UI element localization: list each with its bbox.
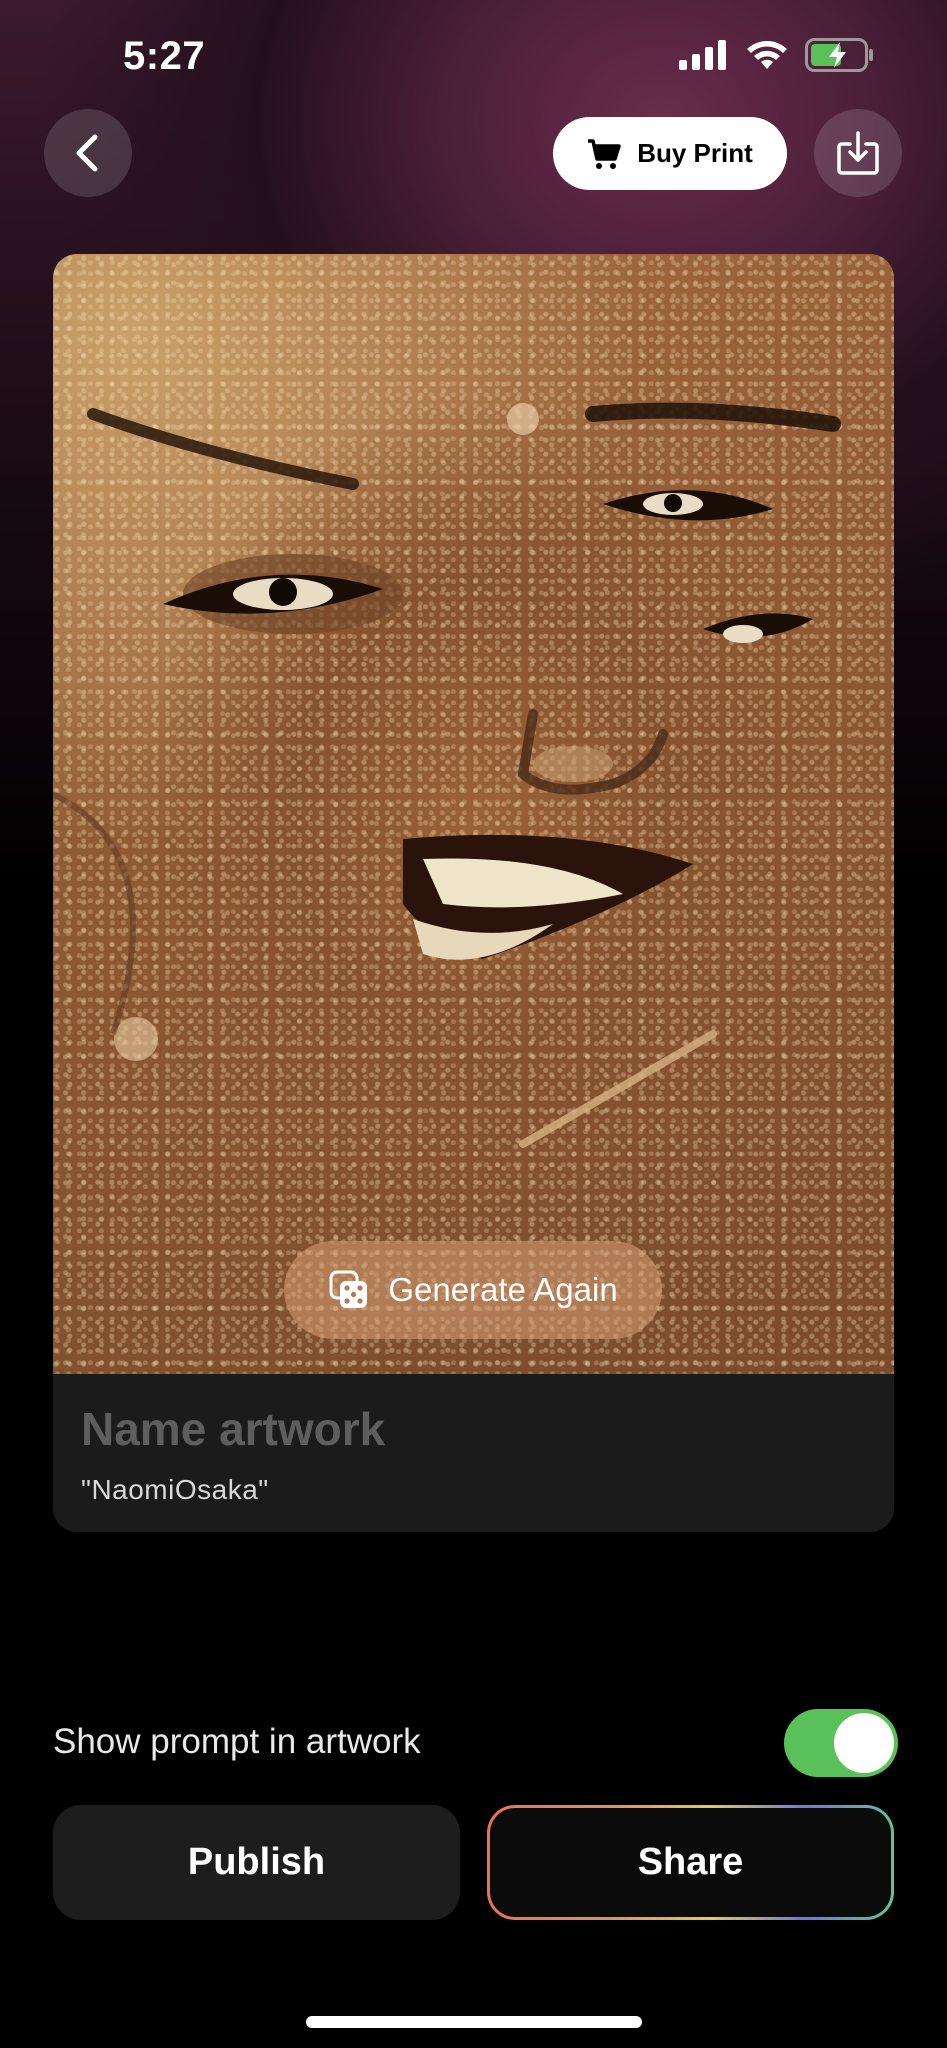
show-prompt-toggle[interactable] bbox=[784, 1709, 898, 1777]
portrait-painting bbox=[53, 402, 841, 1148]
artwork-name-input[interactable] bbox=[81, 1402, 861, 1456]
share-button-border: Share bbox=[487, 1805, 894, 1920]
generate-again-button[interactable]: Generate Again bbox=[284, 1241, 662, 1339]
status-icons bbox=[679, 38, 875, 72]
buy-print-label: Buy Print bbox=[637, 138, 753, 168]
battery-charging-icon bbox=[805, 38, 873, 72]
cart-icon bbox=[588, 138, 621, 169]
generate-again-label: Generate Again bbox=[388, 1271, 618, 1308]
cellular-signal-icon bbox=[679, 40, 726, 70]
download-icon bbox=[837, 131, 879, 175]
home-indicator[interactable] bbox=[306, 2016, 642, 2028]
buy-print-button[interactable]: Buy Print bbox=[553, 117, 787, 190]
artwork-card: Generate Again "NaomiOsaka" bbox=[53, 254, 894, 1532]
share-button[interactable]: Share bbox=[490, 1808, 891, 1917]
artwork-image[interactable]: Generate Again bbox=[53, 254, 894, 1374]
chevron-left-icon bbox=[76, 134, 98, 172]
toggle-knob bbox=[834, 1713, 894, 1773]
name-section: "NaomiOsaka" bbox=[53, 1374, 894, 1532]
status-time: 5:27 bbox=[123, 34, 206, 78]
dice-icon bbox=[329, 1270, 368, 1308]
publish-button[interactable]: Publish bbox=[53, 1805, 460, 1920]
show-prompt-label: Show prompt in artwork bbox=[53, 1722, 421, 1761]
back-button[interactable] bbox=[44, 109, 132, 197]
download-button[interactable] bbox=[814, 109, 902, 197]
prompt-text: "NaomiOsaka" bbox=[81, 1474, 269, 1505]
wifi-icon bbox=[747, 41, 787, 69]
